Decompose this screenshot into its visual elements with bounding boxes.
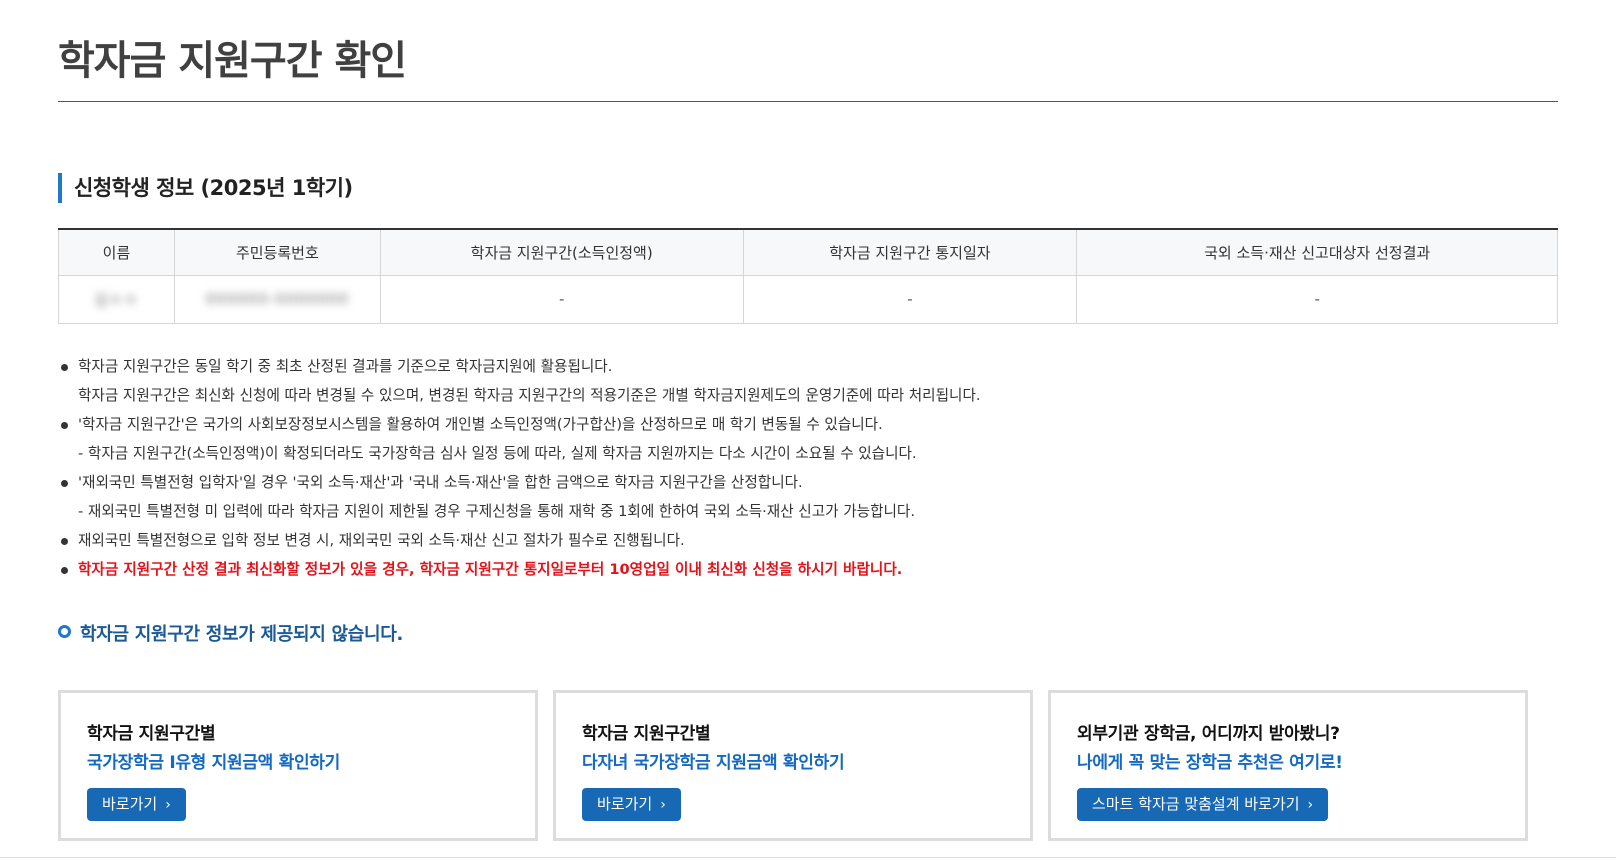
cell-bracket: - (379, 274, 744, 324)
notes-list: 학자금 지원구간은 동일 학기 중 최초 산정된 결과를 기준으로 학자금지원에… (58, 352, 981, 584)
card-line2: 다자녀 국가장학금 지원금액 확인하기 (582, 753, 845, 773)
card-line2: 국가장학금 Ⅰ유형 지원금액 확인하기 (87, 753, 340, 773)
cell-name: 김ㅇㅇ (58, 274, 175, 324)
section-title: 신청학생 정보 (2025년 1학기) (58, 173, 353, 203)
chevron-right-icon: › (660, 797, 666, 813)
cell-overseas-result: - (1076, 274, 1558, 324)
header-rrn: 주민등록번호 (173, 229, 381, 276)
cell-notice-date: - (742, 274, 1078, 324)
note-item: 학자금 지원구간은 최신화 신청에 따라 변경될 수 있으며, 변경된 학자금 … (78, 387, 981, 404)
header-name: 이름 (58, 229, 175, 276)
card-multi-child-scholarship: 학자금 지원구간별 다자녀 국가장학금 지원금액 확인하기 바로가기 › (553, 690, 1033, 841)
bottom-divider (0, 857, 1616, 858)
go-button-label: 바로가기 (102, 795, 158, 813)
go-button-type1[interactable]: 바로가기 › (87, 788, 186, 821)
cell-rrn: 000000-0000000 (173, 274, 381, 324)
student-info-table: 이름 주민등록번호 학자금 지원구간(소득인정액) 학자금 지원구간 통지일자 … (58, 228, 1558, 324)
table-header-row: 이름 주민등록번호 학자금 지원구간(소득인정액) 학자금 지원구간 통지일자 … (58, 229, 1558, 276)
card-line1: 학자금 지원구간별 (582, 724, 711, 744)
go-button-multi-child[interactable]: 바로가기 › (582, 788, 681, 821)
no-info-notice-text: 학자금 지원구간 정보가 제공되지 않습니다. (80, 624, 404, 645)
smart-design-button-label: 스마트 학자금 맞춤설계 바로가기 (1092, 795, 1300, 813)
blurred-name: 김ㅇㅇ (94, 290, 139, 309)
circle-icon (58, 625, 71, 638)
title-divider (58, 101, 1558, 102)
page-title: 학자금 지원구간 확인 (58, 38, 407, 84)
card-national-scholarship-type1: 학자금 지원구간별 국가장학금 Ⅰ유형 지원금액 확인하기 바로가기 › (58, 690, 538, 841)
card-line2: 나에게 꼭 맞는 장학금 추천은 여기로! (1077, 753, 1343, 773)
header-bracket: 학자금 지원구간(소득인정액) (379, 229, 744, 276)
go-button-label: 바로가기 (597, 795, 653, 813)
note-item: 학자금 지원구간은 동일 학기 중 최초 산정된 결과를 기준으로 학자금지원에… (58, 352, 981, 381)
note-item: '재외국민 특별전형 입학자'일 경우 '국외 소득·재산'과 '국내 소득·재… (58, 468, 981, 497)
chevron-right-icon: › (165, 797, 171, 813)
note-item: - 학자금 지원구간(소득인정액)이 확정되더라도 국가장학금 심사 일정 등에… (78, 445, 917, 462)
card-line1: 외부기관 장학금, 어디까지 받아봤니? (1077, 724, 1340, 744)
note-item: '학자금 지원구간'은 국가의 사회보장정보시스템을 활용하여 개인별 소득인정… (58, 410, 981, 439)
chevron-right-icon: › (1307, 797, 1314, 813)
smart-design-button[interactable]: 스마트 학자금 맞춤설계 바로가기 › (1077, 788, 1329, 821)
note-item-warning: 학자금 지원구간 산정 결과 최신화할 정보가 있을 경우, 학자금 지원구간 … (58, 555, 981, 584)
card-external-scholarship: 외부기관 장학금, 어디까지 받아봤니? 나에게 꼭 맞는 장학금 추천은 여기… (1048, 690, 1528, 841)
header-overseas-result: 국외 소득·재산 신고대상자 선정결과 (1076, 229, 1558, 276)
note-item: 재외국민 특별전형으로 입학 정보 변경 시, 재외국민 국외 소득·재산 신고… (58, 526, 981, 555)
header-notice-date: 학자금 지원구간 통지일자 (742, 229, 1078, 276)
blurred-rrn: 000000-0000000 (205, 290, 350, 308)
card-line1: 학자금 지원구간별 (87, 724, 216, 744)
no-info-notice: 학자금 지원구간 정보가 제공되지 않습니다. (58, 620, 403, 646)
table-row: 김ㅇㅇ 000000-0000000 - - - (58, 274, 1558, 324)
note-item: - 재외국민 특별전형 미 입력에 따라 학자금 지원이 제한될 경우 구제신청… (78, 503, 915, 520)
